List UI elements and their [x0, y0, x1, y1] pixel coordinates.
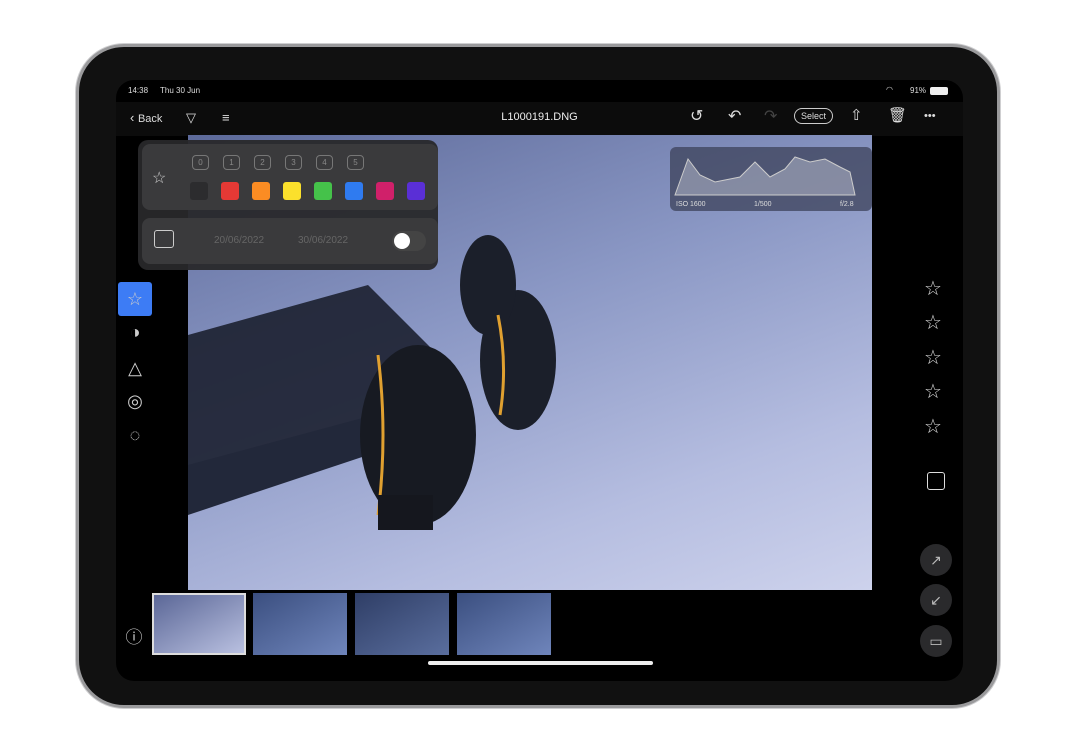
thumbnail-3[interactable]	[355, 593, 449, 655]
import-icon[interactable]: ↙	[920, 584, 952, 616]
color-filter-swatch-7[interactable]	[407, 182, 425, 200]
redo-icon[interactable]: ↷	[764, 109, 777, 125]
home-indicator	[428, 661, 653, 665]
color-tool-icon[interactable]: ◑	[120, 317, 150, 347]
select-button[interactable]: Select	[794, 108, 834, 124]
date-to[interactable]: 30/06/2022	[298, 235, 348, 246]
export-icon[interactable]: ↗	[920, 544, 952, 576]
calendar-icon	[154, 230, 174, 248]
color-filter-swatch-1[interactable]	[221, 182, 239, 200]
status-date: Thu 30 Jun	[160, 86, 201, 95]
wifi-icon: ◠	[886, 85, 893, 94]
perspective-tool-icon[interactable]: △	[120, 353, 150, 383]
date-from[interactable]: 20/06/2022	[214, 235, 264, 246]
filter-tool-icon[interactable]: ☆	[118, 282, 152, 316]
thumbnail-2[interactable]	[253, 593, 347, 655]
rating-filter-4[interactable]: 4	[316, 155, 333, 170]
filmstrip-toggle-icon[interactable]: ▭	[920, 625, 952, 657]
filter-panel: ☆ 0 1 2 3 4 5 20/06/2022 30/06/2022	[138, 140, 438, 270]
histogram[interactable]: ISO 1600 1/500 f/2.8	[670, 147, 872, 211]
rating-star-1[interactable]: ☆	[924, 276, 942, 301]
more-button[interactable]: •••	[924, 108, 936, 124]
screen: 14:38 Thu 30 Jun ◠ 91% ‹ Back ▽ ≡ L10001…	[116, 80, 963, 681]
select-checkbox[interactable]	[927, 472, 945, 490]
iso-readout: ISO 1600	[676, 201, 706, 208]
file-name: L1000191.DNG	[501, 111, 578, 123]
color-filter-swatch-4[interactable]	[314, 182, 332, 200]
battery-icon	[930, 87, 948, 95]
rating-color-filter: ☆ 0 1 2 3 4 5	[142, 144, 438, 210]
trash-icon[interactable]: 🗑	[888, 108, 907, 124]
color-filter-swatch-2[interactable]	[252, 182, 270, 200]
rating-star-3[interactable]: ☆	[924, 345, 942, 370]
undo-icon[interactable]: ↶	[728, 109, 741, 125]
rating-filter-5[interactable]: 5	[347, 155, 364, 170]
rating-filter-2[interactable]: 2	[254, 155, 271, 170]
thumbnail-1[interactable]	[152, 593, 246, 655]
battery-percent: 91%	[910, 86, 927, 95]
vignette-tool-icon[interactable]: ◎	[120, 386, 150, 416]
share-icon[interactable]: ⇧	[850, 108, 863, 124]
histogram-graph	[674, 156, 856, 196]
color-filter-swatch-3[interactable]	[283, 182, 301, 200]
rotate-tool-icon[interactable]: ◌	[120, 420, 150, 450]
rating-label-icon: ☆	[152, 170, 167, 187]
rating-filter-3[interactable]: 3	[285, 155, 302, 170]
color-filter-swatch-6[interactable]	[376, 182, 394, 200]
rotate-icon[interactable]: ↺	[690, 109, 703, 125]
status-time: 14:38	[128, 86, 149, 95]
shutter-readout: 1/500	[754, 201, 772, 208]
color-filter-swatch-0[interactable]	[190, 182, 208, 200]
rating-star-5[interactable]: ☆	[924, 414, 942, 439]
rating-filter-0[interactable]: 0	[192, 155, 209, 170]
date-toggle[interactable]	[392, 231, 426, 251]
color-filter-swatch-5[interactable]	[345, 182, 363, 200]
info-icon[interactable]: ⓘ	[119, 620, 149, 650]
rating-filter-1[interactable]: 1	[223, 155, 240, 170]
date-filter: 20/06/2022 30/06/2022	[142, 218, 438, 264]
rating-star-4[interactable]: ☆	[924, 379, 942, 404]
thumbnail-4[interactable]	[457, 593, 551, 655]
rating-star-2[interactable]: ☆	[924, 310, 942, 335]
aperture-readout: f/2.8	[840, 201, 854, 208]
